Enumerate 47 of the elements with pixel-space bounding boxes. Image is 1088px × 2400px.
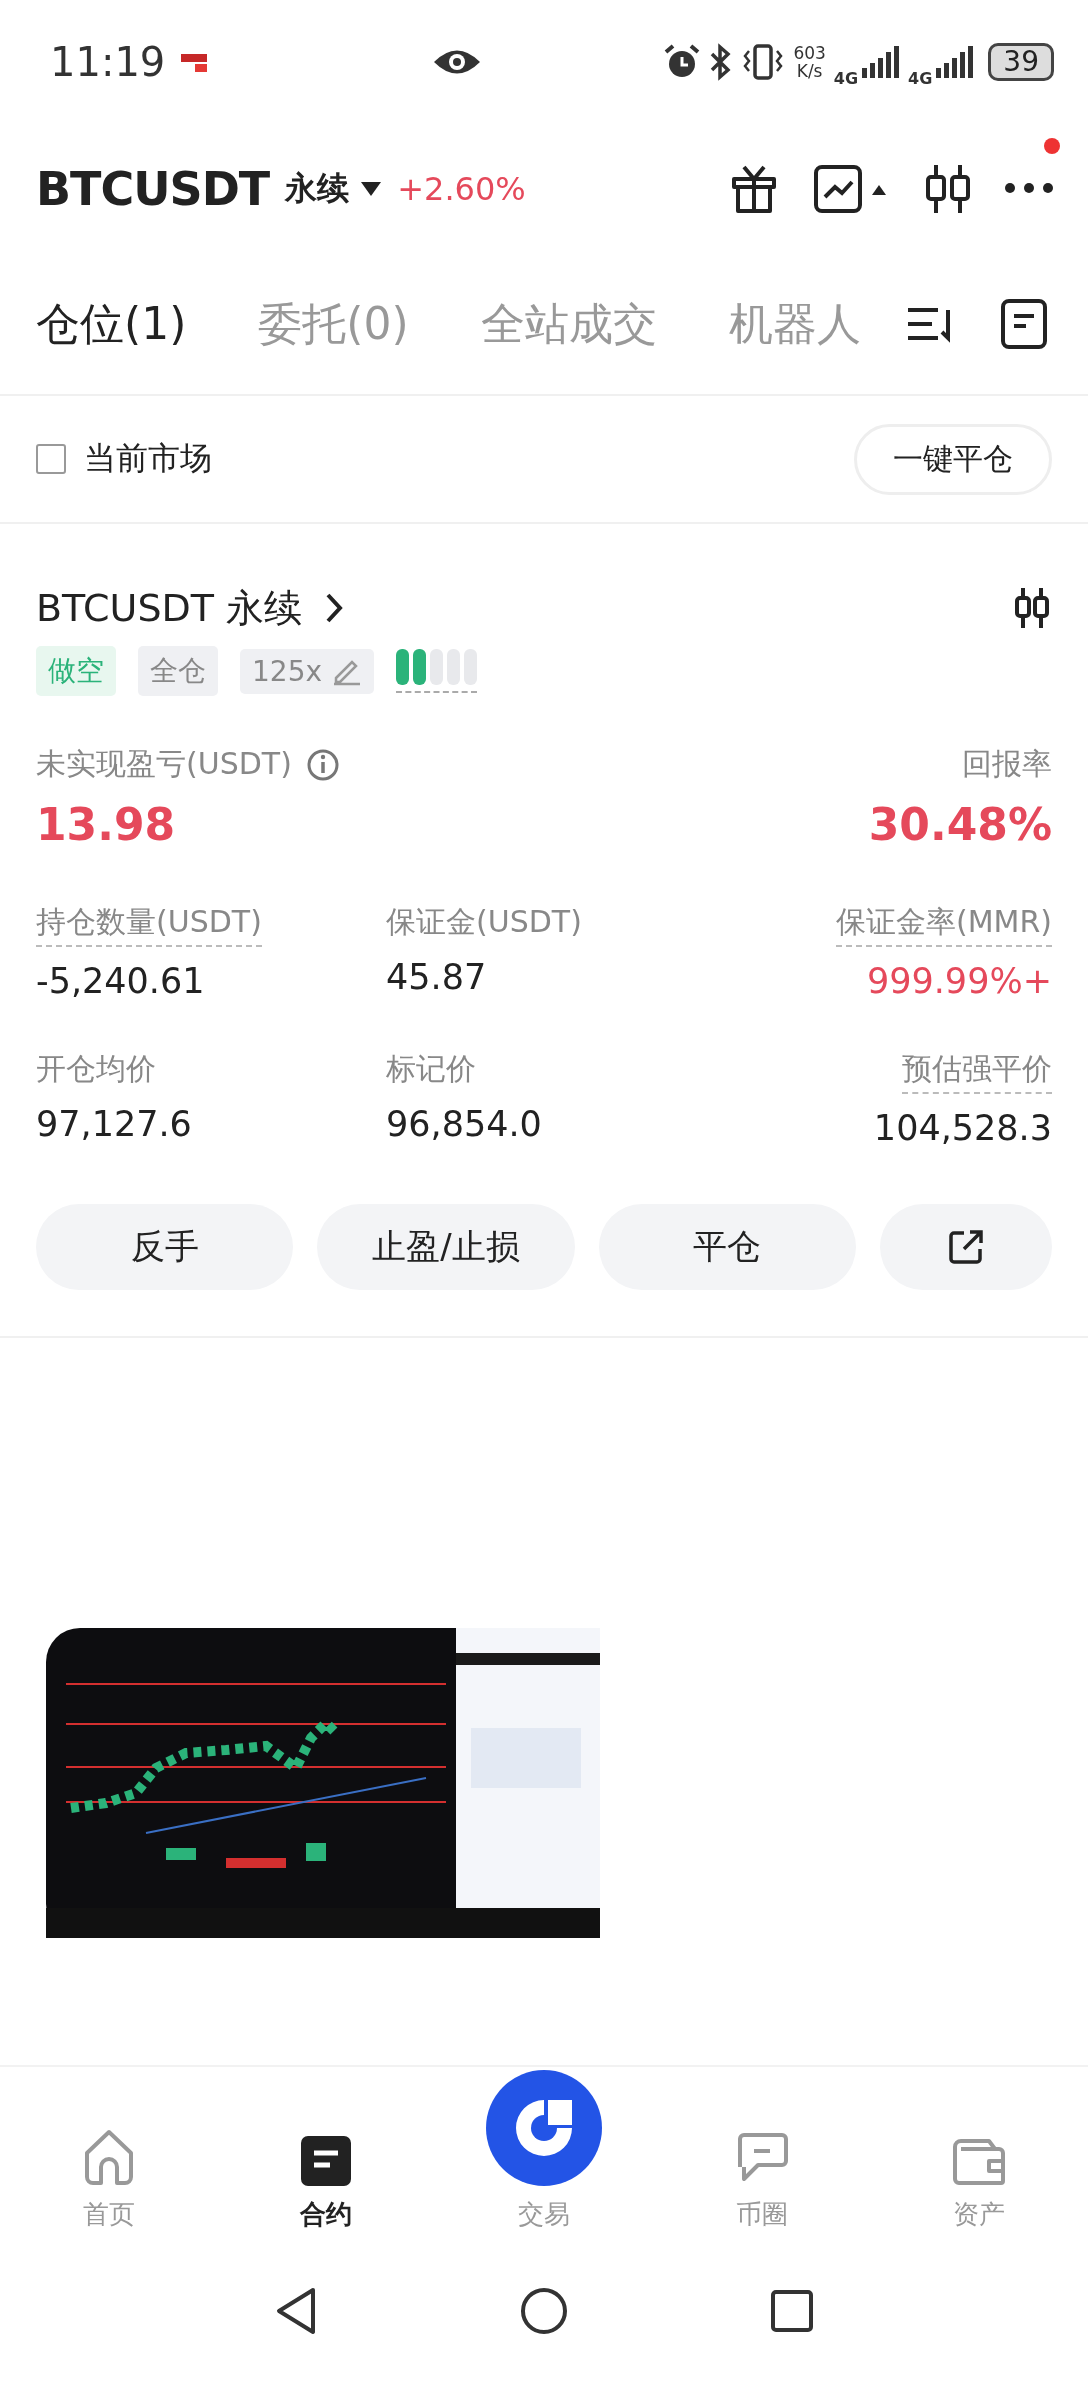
field-label: 预估强平价 — [902, 1049, 1052, 1094]
field-label: 保证金率(MMR) — [835, 902, 1052, 947]
info-icon[interactable] — [305, 747, 340, 782]
pnl-value: 13.98 — [36, 799, 177, 850]
field-label: 标记价 — [386, 1050, 476, 1088]
field-value: 45.87 — [386, 957, 487, 997]
battery-level: 39 — [988, 43, 1054, 81]
checkbox-label: 当前市场 — [84, 438, 212, 479]
action-button[interactable]: 平仓 — [598, 1204, 856, 1290]
tab[interactable]: 仓位(1) — [36, 294, 187, 354]
contract-selector[interactable]: 永续 — [285, 167, 384, 211]
field-label: 开仓均价 — [36, 1050, 156, 1088]
recent-apps-icon[interactable] — [769, 2288, 815, 2334]
field-label: 持仓数量(USDT) — [36, 902, 262, 947]
price-change: +2.60% — [397, 170, 526, 208]
field-value: 999.99%+ — [866, 961, 1052, 1001]
trade-logo-icon — [485, 2069, 603, 2187]
position-symbol-link[interactable]: BTCUSDT 永续 — [36, 582, 347, 634]
document-icon — [300, 2135, 353, 2187]
status-time: 11:19 — [50, 39, 166, 85]
checkbox[interactable] — [36, 444, 66, 474]
network-type: 4G — [908, 68, 933, 88]
field-value: -5,240.61 — [36, 961, 205, 1001]
action-button[interactable]: 反手 — [36, 1204, 294, 1290]
signal-icon — [860, 44, 901, 80]
roe-label: 回报率 — [962, 745, 1052, 783]
close-all-button[interactable]: 一键平仓 — [854, 423, 1052, 495]
action-button[interactable]: 止盈/止损 — [317, 1204, 575, 1290]
field-value: 96,854.0 — [386, 1104, 542, 1144]
network-type: 4G — [833, 68, 859, 88]
field-label: 保证金(USDT) — [386, 903, 582, 941]
signal-icon — [934, 44, 975, 80]
pnl-label: 未实现盈亏(USDT) — [36, 744, 340, 785]
document-icon[interactable] — [1000, 298, 1048, 350]
position-tag: 做空 — [36, 646, 116, 696]
candlestick-icon[interactable] — [1012, 586, 1052, 630]
more-icon[interactable] — [1004, 180, 1054, 195]
position-tag: 全仓 — [138, 646, 218, 696]
field-value: 97,127.6 — [36, 1104, 192, 1144]
share-icon — [946, 1227, 986, 1267]
field-value: 104,528.3 — [873, 1108, 1052, 1148]
nav-item[interactable]: 合约 — [246, 2135, 407, 2232]
home-button-icon[interactable] — [519, 2286, 569, 2336]
network-speed: 603 K/s — [793, 44, 826, 80]
symbol-title: BTCUSDT — [36, 162, 270, 216]
caret-icon — [359, 180, 384, 198]
roe-value: 30.48% — [868, 799, 1052, 850]
